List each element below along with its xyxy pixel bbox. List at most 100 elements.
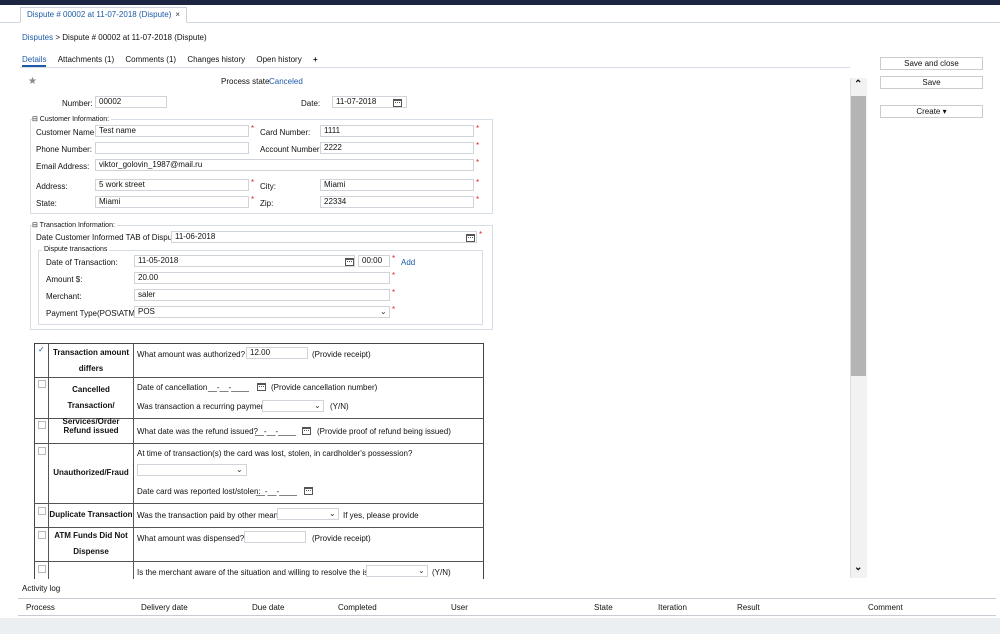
authorized-amount-field[interactable]: 12.00: [246, 347, 308, 359]
calendar-icon[interactable]: [304, 487, 313, 495]
column-header[interactable]: Completed: [338, 603, 377, 612]
number-field[interactable]: 00002: [95, 96, 167, 108]
dispensed-amount-question: What amount was dispensed? $: [137, 534, 251, 543]
zip-label: Zip:: [260, 199, 274, 208]
customer-info-title[interactable]: ⊟ Customer Information:: [32, 115, 112, 123]
calendar-icon[interactable]: [466, 234, 475, 242]
grid-divider: [133, 343, 134, 579]
state-field[interactable]: Miami: [95, 196, 249, 208]
tab-details[interactable]: Details: [22, 55, 47, 67]
column-header[interactable]: State: [594, 603, 613, 612]
grid-divider: [34, 377, 484, 378]
add-transaction-link[interactable]: Add: [401, 258, 415, 267]
column-header[interactable]: Iteration: [658, 603, 687, 612]
reason-checkbox[interactable]: [38, 421, 46, 429]
column-header[interactable]: User: [451, 603, 468, 612]
scrollbar-thumb[interactable]: [851, 96, 866, 376]
required-marker: *: [476, 124, 480, 133]
cancellation-date-field[interactable]: __-__-____: [208, 383, 249, 392]
number-label: Number:: [62, 99, 93, 108]
customer-name-field[interactable]: Test name: [95, 125, 249, 137]
city-field[interactable]: Miami: [320, 179, 474, 191]
save-button[interactable]: Save: [880, 76, 983, 89]
transaction-info-title[interactable]: ⊟ Transaction Information:: [32, 221, 117, 229]
document-tab-label: Dispute # 00002 at 11-07-2018 (Dispute): [27, 10, 172, 19]
reason-note: (Provide cancellation number): [271, 383, 378, 392]
card-status-select[interactable]: [137, 464, 247, 476]
column-header[interactable]: Process: [26, 603, 55, 612]
required-marker: *: [476, 178, 480, 187]
zip-field[interactable]: 22334: [320, 196, 474, 208]
breadcrumb-root-link[interactable]: Disputes: [22, 33, 53, 42]
dispensed-amount-field[interactable]: [244, 531, 306, 543]
reported-date-field[interactable]: __-__-____: [256, 487, 297, 496]
reason-checkbox[interactable]: [38, 507, 46, 515]
reason-checkbox[interactable]: [38, 447, 46, 455]
chevron-down-icon[interactable]: ⌄: [329, 509, 336, 519]
chevron-down-icon[interactable]: ⌄: [314, 401, 321, 411]
phone-number-label: Phone Number:: [36, 145, 93, 154]
breadcrumb: Disputes > Dispute # 00002 at 11-07-2018…: [22, 33, 207, 42]
amount-field[interactable]: 20.00: [134, 272, 390, 284]
phone-number-field[interactable]: [95, 142, 249, 154]
email-field[interactable]: viktor_golovin_1987@mail.ru: [95, 159, 474, 171]
column-header[interactable]: Result: [737, 603, 760, 612]
tabs-divider: [20, 67, 850, 68]
required-marker: *: [392, 254, 396, 263]
scroll-down-icon[interactable]: ⌄: [854, 562, 862, 573]
calendar-icon[interactable]: [257, 383, 266, 391]
date-informed-field[interactable]: 11-06-2018: [171, 231, 477, 243]
date-label: Date:: [301, 99, 321, 108]
tab-attachments[interactable]: Attachments (1): [58, 55, 114, 64]
tab-comments[interactable]: Comments (1): [125, 55, 176, 64]
tab-open-history[interactable]: Open history: [256, 55, 301, 64]
customer-name-label: Customer Name:: [36, 128, 97, 137]
create-button-label: Create: [916, 107, 941, 116]
calendar-icon[interactable]: [345, 258, 354, 266]
address-field[interactable]: 5 work street: [95, 179, 249, 191]
breadcrumb-current: Dispute # 00002 at 11-07-2018 (Dispute): [62, 33, 207, 42]
reason-checkbox[interactable]: [38, 531, 46, 539]
refund-date-field[interactable]: __-__-____: [255, 427, 296, 436]
chevron-down-icon[interactable]: ⌄: [418, 566, 425, 576]
card-status-question: At time of transaction(s) the card was l…: [137, 449, 413, 458]
authorized-amount-question: What amount was authorized? $: [137, 350, 252, 359]
breadcrumb-separator: >: [55, 33, 61, 42]
email-label: Email Address:: [36, 162, 90, 171]
close-icon[interactable]: ×: [175, 10, 180, 19]
add-tab-button[interactable]: +: [313, 55, 318, 64]
required-marker: *: [251, 195, 255, 204]
reason-note: (Y/N): [330, 402, 349, 411]
caret-down-icon: ▾: [942, 107, 947, 116]
merchant-field[interactable]: saler: [134, 289, 390, 301]
calendar-icon[interactable]: [302, 427, 311, 435]
column-header[interactable]: Due date: [252, 603, 284, 612]
reason-checkbox-checked[interactable]: ✓: [38, 345, 45, 354]
favorite-star-icon[interactable]: ★: [28, 76, 37, 87]
date-informed-label: Date Customer Informed TAB of Dispute:: [36, 233, 182, 242]
save-and-close-button[interactable]: Save and close: [880, 57, 983, 70]
chevron-down-icon[interactable]: ⌄: [236, 465, 243, 475]
activity-log-title: Activity log: [22, 584, 61, 593]
column-header[interactable]: Comment: [868, 603, 903, 612]
detail-tabs: Details Attachments (1) Comments (1) Cha…: [22, 55, 327, 67]
tab-changes-history[interactable]: Changes history: [187, 55, 245, 64]
time-field[interactable]: 00:00: [358, 255, 390, 267]
create-button[interactable]: Create ▾: [880, 105, 983, 118]
document-tab[interactable]: Dispute # 00002 at 11-07-2018 (Dispute) ×: [20, 7, 188, 23]
process-state-value: Canceled: [269, 77, 303, 86]
grid-divider: [34, 503, 484, 504]
account-number-field[interactable]: 2222: [320, 142, 474, 154]
scroll-up-icon[interactable]: ⌃: [854, 79, 862, 90]
chevron-down-icon[interactable]: ⌄: [380, 307, 387, 317]
date-of-transaction-label: Date of Transaction:: [46, 258, 118, 267]
reason-checkbox[interactable]: [38, 565, 46, 573]
card-number-field[interactable]: 1111: [320, 125, 474, 137]
process-state-label: Process state: [221, 77, 270, 86]
refund-date-question: What date was the refund issued?: [137, 427, 258, 436]
date-of-transaction-field[interactable]: 11-05-2018: [134, 255, 355, 267]
reason-checkbox[interactable]: [38, 380, 46, 388]
payment-type-select[interactable]: POS: [134, 306, 390, 318]
column-header[interactable]: Delivery date: [141, 603, 188, 612]
date-calendar-icon[interactable]: [393, 99, 402, 107]
